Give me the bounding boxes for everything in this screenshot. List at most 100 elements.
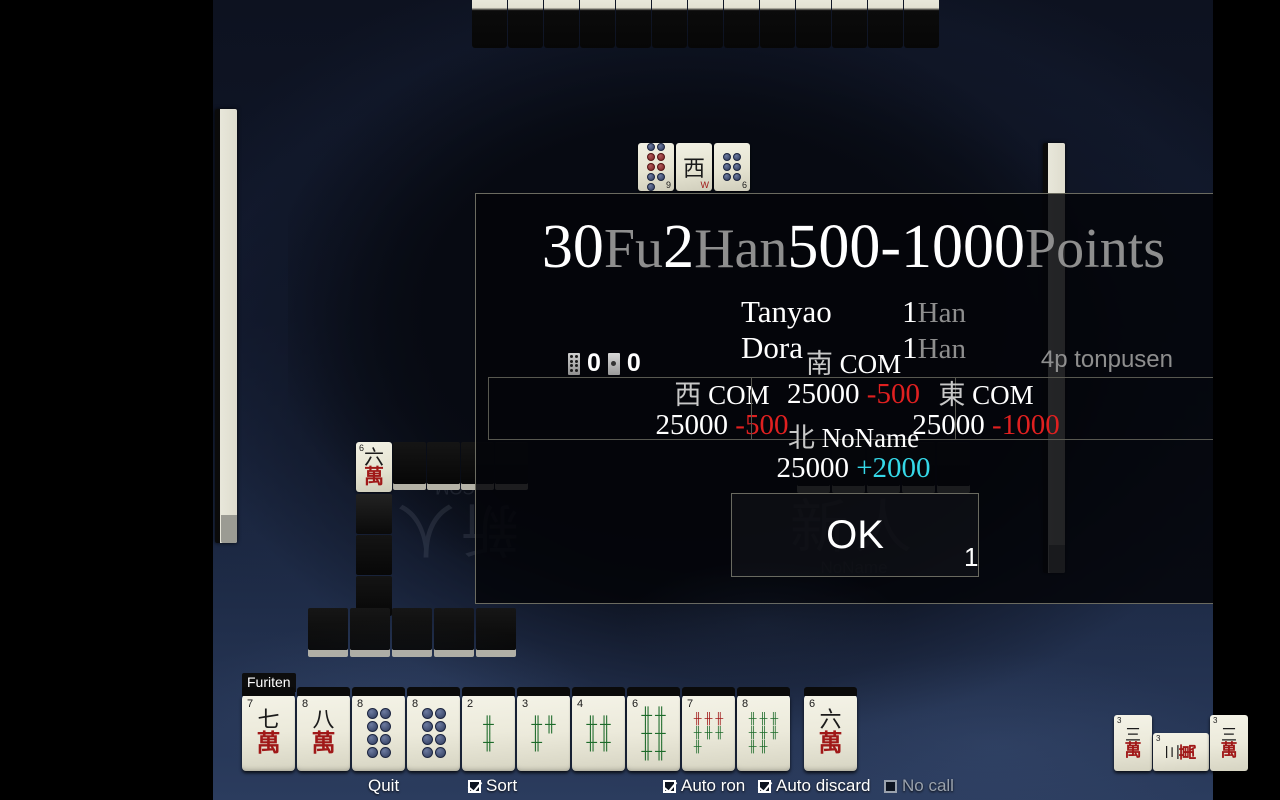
player-points-north: 25000 [776,452,849,485]
opponent-tile-back [688,0,723,48]
hundred-stick-icon [568,352,580,375]
yaku-name: Tanyao [741,294,832,329]
opponent-tile-back [868,0,903,48]
hand-tile[interactable]: 3 ╫ ╫ ╫ [517,687,570,771]
tile-glyph: 三萬 [1163,743,1199,761]
opponent-tile-back [796,0,831,48]
hand-tile[interactable]: 2 ╫ ╫ [462,687,515,771]
hand-tile[interactable]: 6六萬 [804,687,857,771]
discard-tile-6-man: 6 六 萬 [356,442,392,492]
ok-button[interactable]: OK [731,493,979,577]
thousand-stick-count: 0 [626,349,641,377]
tile-glyph: 三萬 [1124,725,1142,761]
discard-tile-back [434,608,474,650]
checkbox-sort[interactable] [468,779,481,793]
player-label-south: COM [839,349,902,379]
opponent-tile-back [724,0,759,48]
discard-tile-back [427,442,460,484]
tile-glyph: 七萬 [256,708,281,758]
tile-face: ╫ ╫ [483,715,494,751]
han-value: 2 [663,213,695,281]
hand-tile[interactable]: 8八萬 [297,687,350,771]
tile-number: 9 [665,180,671,190]
discard-tile-back [392,608,432,650]
checkbox-auto-discard[interactable] [758,779,771,793]
control-auto-ron[interactable]: Auto ron [663,776,745,796]
discard-pond-left-row [308,442,340,484]
control-sort[interactable]: Sort [468,776,517,796]
payment-value: 500-1000 [787,213,1026,281]
meld-tile: 3三萬 [1153,733,1209,771]
stick-counters: 0 0 [568,349,641,378]
player-name-north: 北 NoName [731,424,976,452]
control-label-no-call: No call [902,776,954,795]
control-label-auto-discard: Auto discard [776,776,871,795]
hand-tile[interactable]: 6 ╫ ╫ ╫ ╫ ╫ ╫ [627,687,680,771]
player-wind-south: 南 [805,349,833,379]
opponent-tile-back [472,0,507,48]
game-mode-label: 4p tonpusen [1040,346,1173,373]
stick-dot [611,361,617,366]
tile-face: 三萬 [1210,715,1248,771]
control-quit[interactable]: Quit [368,776,399,796]
tile-face [352,695,405,771]
player-score-value-south: 25000 -500 [731,378,976,411]
player-hand[interactable]: Furiten 7 七萬 8 八萬 8 8 2 ╫ ╫ 3 ╫ ╫ ╫ 4 ╫ ╫ ╫ ╫ 6 ╫ ╫ ╫ ╫ ╫ ╫ 7 ╫ ╫ ╫ ╫… [242,673,857,771]
opponent-tile-back [652,0,687,48]
discard-column-left [356,494,392,616]
discard-row-bottom-left [308,608,516,650]
result-dialog: 30 Fu 2 Han 500-1000 Points Tanyao 1Han Do… [475,193,1213,604]
player-delta-north: +2000 [856,452,931,485]
control-label-sort: Sort [486,776,518,795]
player-delta-east: -1000 [992,409,1060,442]
tile-glyph: 八萬 [311,708,336,758]
tile-face: ╫ ╫ ╫ ╫ ╫ ╫ [641,706,666,760]
dora-indicator-row: 9 西W 6 [638,143,750,191]
ok-button-label: OK [826,512,884,557]
mahjong-table: 9西W6 新人 COM 新人 NoName 6 六 萬 [213,0,1213,800]
opponent-tile-back [508,0,543,48]
tile-face: 八萬 [297,695,350,771]
player-name-south: 南 COM [731,350,976,378]
hand-tile[interactable]: 7 ╫ ╫ ╫ ╫ ╫ ╫ ╫ [682,687,735,771]
tile-glyph: 六 萬 [364,447,384,486]
opponent-tile-back [580,0,615,48]
hand-tile[interactable]: 8 [352,687,405,771]
hand-tile[interactable]: 4 ╫ ╫ ╫ ╫ [572,687,625,771]
player-delta-south: -500 [866,378,920,411]
player-wind-west: 西 [674,380,702,410]
player-score-south: 南 COM 25000 -500 [731,346,976,411]
tile-number: 6 [741,180,747,190]
discard-tile-back [356,494,392,534]
result-headline: 30 Fu 2 Han 500-1000 Points [476,216,1213,282]
hand-tile[interactable]: 8 [407,687,460,771]
checkbox-auto-ron[interactable] [663,779,676,793]
tile-face: 七萬 [242,695,295,771]
control-label-quit: Quit [368,776,400,795]
opponent-tile-back [616,0,651,48]
opponent-tile-back [760,0,795,48]
tile-number: 3 [1156,734,1161,743]
discard-tile-back [350,608,390,650]
player-meld: 3三萬3三萬3三萬 [1114,715,1248,771]
wall-left-end [221,515,237,543]
control-auto-discard[interactable]: Auto discard [758,776,871,796]
opponent-tile-back [832,0,867,48]
stick-dots [570,355,578,372]
tile-face: ╫ ╫ ╫ [531,715,556,751]
control-label-auto-ron: Auto ron [681,776,746,795]
tile-glyph: 六萬 [818,708,843,758]
player-label-north: NoName [821,423,920,453]
discard-tile-back [308,608,348,650]
hand-tile[interactable]: 8 ╫ ╫ ╫ ╫ ╫ ╫ ╫ ╫ [737,687,790,771]
dora-indicator-tile: 西W [676,143,712,191]
game-screen: 9西W6 新人 COM 新人 NoName 6 六 萬 [0,0,1280,800]
dora-indicator-tile: 6 [714,143,750,191]
discard-tile-back [356,535,392,575]
discard-tile-back [393,442,426,484]
player-label-east: COM [972,380,1034,410]
yaku-han: 1Han [902,294,966,329]
tile-face: ╫ ╫ ╫ ╫ [586,715,611,751]
hand-tile[interactable]: 7七萬 [242,687,295,771]
meld-tile: 3三萬 [1114,715,1152,771]
